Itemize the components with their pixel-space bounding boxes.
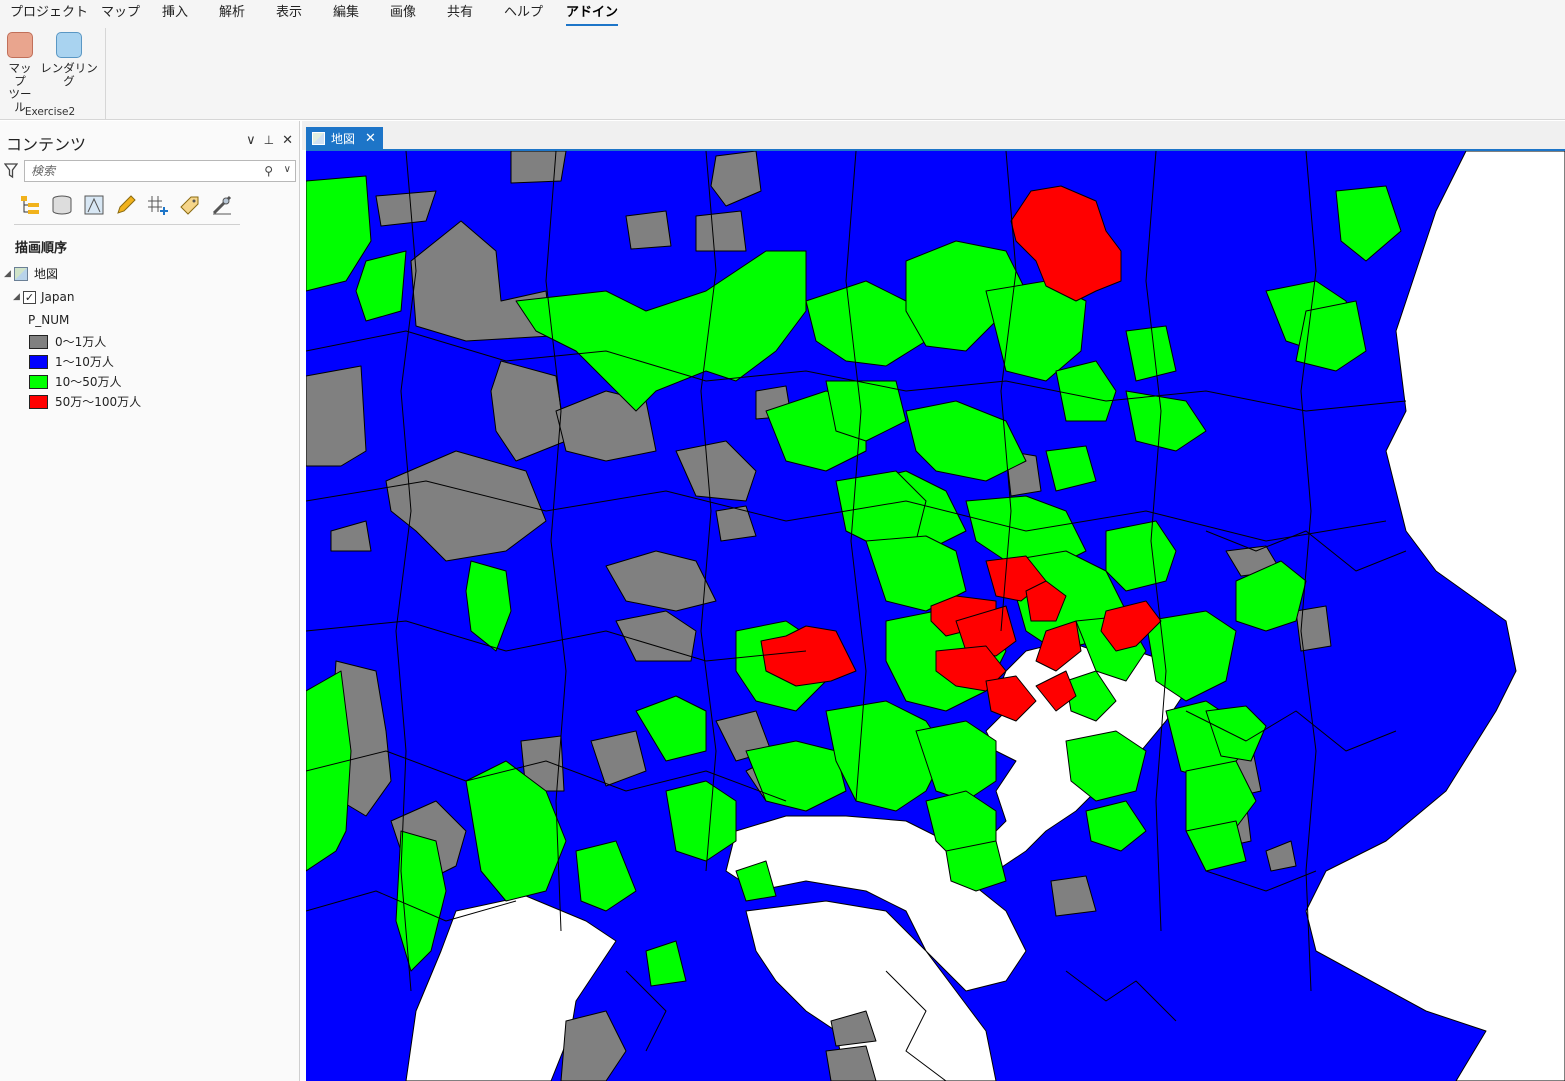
tab-imagery[interactable]: 画像 xyxy=(390,0,416,28)
selection-icon[interactable] xyxy=(82,193,106,217)
tab-analysis[interactable]: 解析 xyxy=(219,0,245,28)
map-tool-label-1: マップ xyxy=(8,61,32,88)
map-canvas[interactable] xyxy=(306,151,1565,1081)
legend-item[interactable]: 0〜1万人 xyxy=(29,333,106,350)
legend-field-name: P_NUM xyxy=(28,313,70,327)
labeling-icon[interactable] xyxy=(178,193,202,217)
data-source-icon[interactable] xyxy=(50,193,74,217)
legend-label: 50万〜100万人 xyxy=(55,395,142,409)
legend-swatch xyxy=(29,354,48,369)
tab-view[interactable]: 表示 xyxy=(276,0,302,28)
drawing-order-heading: 描画順序 xyxy=(15,241,68,256)
map-name: 地図 xyxy=(34,267,59,281)
chevron-down-icon[interactable]: ∨ xyxy=(284,164,291,175)
rendering-button[interactable]: レンダリング xyxy=(40,32,98,88)
contents-pane-title: コンテンツ xyxy=(6,135,87,154)
contents-pane: コンテンツ ∨ ⊥ ✕ ⚲ ∨ xyxy=(0,121,300,1081)
legend-item[interactable]: 10〜50万人 xyxy=(29,373,122,390)
legend-label: 0〜1万人 xyxy=(55,335,107,349)
arcgis-pro-window: プロジェクト マップ 挿入 解析 表示 編集 画像 共有 ヘルプ アドイン マッ… xyxy=(0,0,1565,1081)
pane-options-icon[interactable]: ∨ xyxy=(246,133,256,148)
editing-icon[interactable] xyxy=(114,193,138,217)
tab-edit[interactable]: 編集 xyxy=(333,0,359,28)
tab-addin[interactable]: アドイン xyxy=(566,0,619,28)
legend-swatch xyxy=(29,334,48,349)
map-view-tab[interactable]: 地図 ✕ xyxy=(306,127,383,150)
drawing-order-icon[interactable] xyxy=(18,193,42,217)
ribbon-group-exercise2: マップ ツール レンダリング Exercise2 xyxy=(0,28,106,120)
tab-help[interactable]: ヘルプ xyxy=(504,0,543,28)
search-input[interactable] xyxy=(31,163,251,179)
legend-item[interactable]: 1〜10万人 xyxy=(29,353,114,370)
map-tool-button[interactable]: マップ ツール xyxy=(4,32,36,114)
ribbon-group-label: Exercise2 xyxy=(24,106,76,118)
map-tree-item[interactable]: ◢ 地図 xyxy=(4,265,58,282)
contents-toolbar xyxy=(14,191,240,225)
tab-share[interactable]: 共有 xyxy=(447,0,473,28)
legend-swatch xyxy=(29,374,48,389)
map-tool-icon xyxy=(7,32,33,58)
legend-item[interactable]: 50万〜100万人 xyxy=(29,393,141,410)
snapping-icon[interactable] xyxy=(146,193,170,217)
expand-triangle-icon[interactable]: ◢ xyxy=(4,269,14,279)
tab-map[interactable]: マップ xyxy=(101,0,140,28)
ribbon-tab-bar: プロジェクト マップ 挿入 解析 表示 編集 画像 共有 ヘルプ アドイン xyxy=(0,0,1565,28)
ribbon-panel: マップ ツール レンダリング Exercise2 xyxy=(0,28,1565,120)
pane-controls: ∨ ⊥ ✕ xyxy=(246,133,293,148)
layer-visibility-checkbox[interactable]: ✓ xyxy=(23,290,36,304)
rendering-icon xyxy=(56,32,82,58)
choropleth-map[interactable] xyxy=(306,151,1565,1081)
layer-tree-item[interactable]: ◢ ✓ Japan xyxy=(13,290,74,304)
close-icon[interactable]: ✕ xyxy=(282,133,293,148)
map-view-tab-label: 地図 xyxy=(331,132,356,146)
map-icon xyxy=(312,132,325,145)
tab-project[interactable]: プロジェクト xyxy=(10,0,88,28)
filter-icon[interactable] xyxy=(4,163,18,179)
expand-triangle-icon[interactable]: ◢ xyxy=(13,292,23,302)
layer-name: Japan xyxy=(41,290,75,304)
search-icon[interactable]: ⚲ xyxy=(264,164,273,178)
legend-swatch xyxy=(29,394,48,409)
tab-insert[interactable]: 挿入 xyxy=(162,0,188,28)
view-tab-strip xyxy=(302,121,1565,150)
legend-label: 1〜10万人 xyxy=(55,355,114,369)
map-icon xyxy=(14,266,28,281)
charts-icon[interactable] xyxy=(210,193,234,217)
close-icon[interactable]: ✕ xyxy=(365,131,376,146)
pin-icon[interactable]: ⊥ xyxy=(264,133,274,148)
search-box: ⚲ ∨ xyxy=(24,160,296,182)
rendering-label: レンダリング xyxy=(40,61,98,88)
legend-label: 10〜50万人 xyxy=(55,375,122,389)
